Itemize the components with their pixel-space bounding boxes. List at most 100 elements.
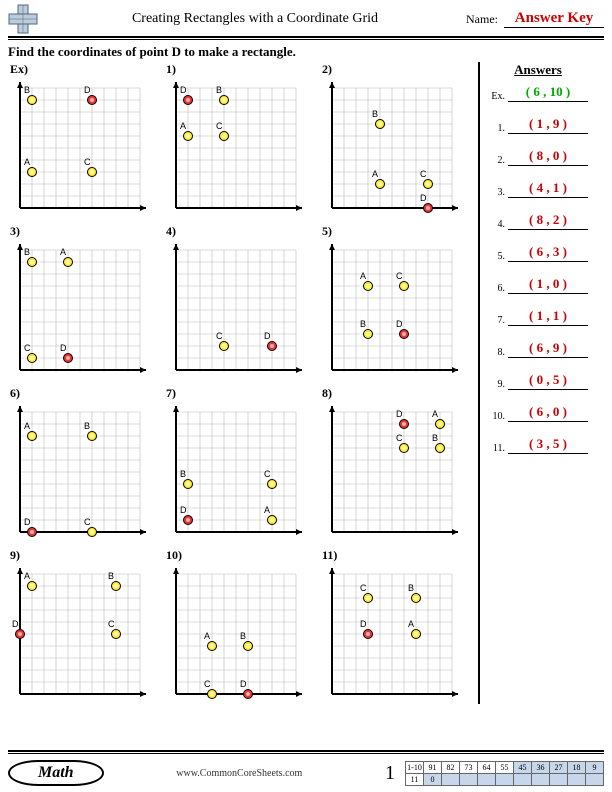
score-table: 1-109182736455453627189110 [405,761,604,786]
answer-row: 6.( 1 , 0 ) [488,276,588,294]
svg-text:B: B [216,85,222,95]
grid-11: 11)ABCD [320,548,472,704]
score-cell: 91 [424,761,442,773]
answer-num: 5. [488,251,508,262]
score-cell: 64 [478,761,496,773]
answer-num: 9. [488,379,508,390]
answer-num: 2. [488,155,508,166]
grid-0: Ex) A B C D [8,62,160,218]
svg-text:A: A [24,157,30,167]
svg-text:A: A [60,247,66,257]
grid-label: 10) [164,548,316,563]
score-cell: 18 [568,761,586,773]
svg-text:C: C [204,679,211,689]
answer-value: ( 8 , 0 ) [508,148,588,166]
header-bar: Creating Rectangles with a Coordinate Gr… [0,0,612,34]
grid-2: 2) A B C D [320,62,472,218]
name-label: Name: [466,12,498,27]
answer-row: 4.( 8 , 2 ) [488,212,588,230]
svg-text:C: C [264,469,271,479]
grid-label: 5) [320,224,472,239]
answer-row: 11.( 3 , 5 ) [488,436,588,454]
score-cell [586,773,604,785]
grids-container: Ex)ABCD1)ABCD2)ABCD3)ABCD4)CD5)ABCD6)ABC… [8,62,478,704]
svg-text:B: B [240,631,246,641]
svg-text:C: C [24,343,31,353]
answer-row: 8.( 6 , 9 ) [488,340,588,358]
score-cell [496,773,514,785]
svg-text:D: D [12,619,19,629]
answer-num: 10. [488,411,508,422]
svg-text:B: B [432,433,438,443]
svg-text:B: B [372,109,378,119]
footer-rule [8,750,604,754]
svg-text:A: A [408,619,414,629]
grid-4: 4)CD [164,224,316,380]
svg-text:D: D [84,85,91,95]
svg-text:A: A [372,169,378,179]
answer-num: 7. [488,315,508,326]
grid-label: 8) [320,386,472,401]
answer-value: ( 1 , 0 ) [508,276,588,294]
score-cell [478,773,496,785]
svg-text:A: A [432,409,438,419]
grid-3: 3)ABCD [8,224,160,380]
svg-text:B: B [84,421,90,431]
answer-value: ( 1 , 1 ) [508,308,588,326]
svg-text:D: D [180,85,187,95]
name-value: Answer Key [504,10,604,28]
svg-text:C: C [216,121,223,131]
svg-text:A: A [24,421,30,431]
answer-value: ( 8 , 2 ) [508,212,588,230]
answer-value: ( 1 , 9 ) [508,116,588,134]
answer-row: 2.( 8 , 0 ) [488,148,588,166]
answer-num: 4. [488,219,508,230]
svg-text:D: D [180,505,187,515]
grid-1: 1)ABCD [164,62,316,218]
grid-label: 4) [164,224,316,239]
svg-text:C: C [216,331,223,341]
grid-label: 9) [8,548,160,563]
answer-value: ( 3 , 5 ) [508,436,588,454]
worksheet-title: Creating Rectangles with a Coordinate Gr… [44,11,466,27]
answer-row: 3.( 4 , 1 ) [488,180,588,198]
score-cell [514,773,532,785]
answer-value: ( 6 , 9 ) [508,340,588,358]
answer-row: Ex.( 6 , 10 ) [488,84,588,102]
score-cell: 9 [586,761,604,773]
answer-num: Ex. [488,91,508,102]
score-cell [568,773,586,785]
score-cell [532,773,550,785]
page-number: 1 [385,762,395,785]
site-url: www.CommonCoreSheets.com [104,768,375,779]
instruction-text: Find the coordinates of point D to make … [0,40,612,62]
svg-text:C: C [84,157,91,167]
score-cell: 27 [550,761,568,773]
answer-value: ( 6 , 0 ) [508,404,588,422]
svg-text:B: B [360,319,366,329]
score-label: 11 [406,773,424,785]
grid-6: 6) A B C D [8,386,160,542]
svg-text:A: A [264,505,270,515]
answer-num: 6. [488,283,508,294]
svg-text:A: A [24,571,30,581]
svg-text:D: D [420,193,427,203]
answer-value: ( 6 , 3 ) [508,244,588,262]
svg-text:D: D [396,319,403,329]
svg-text:C: C [396,433,403,443]
svg-text:C: C [84,517,91,527]
answer-value: ( 6 , 10 ) [508,84,588,102]
svg-text:B: B [24,247,30,257]
subject-oval: Math [8,760,104,786]
score-cell [550,773,568,785]
svg-text:B: B [108,571,114,581]
grid-label: 6) [8,386,160,401]
grid-label: Ex) [8,62,160,77]
grid-5: 5)ABCD [320,224,472,380]
answer-value: ( 0 , 5 ) [508,372,588,390]
svg-text:C: C [420,169,427,179]
score-cell: 45 [514,761,532,773]
svg-text:D: D [24,517,31,527]
svg-text:B: B [24,85,30,95]
grid-label: 2) [320,62,472,77]
